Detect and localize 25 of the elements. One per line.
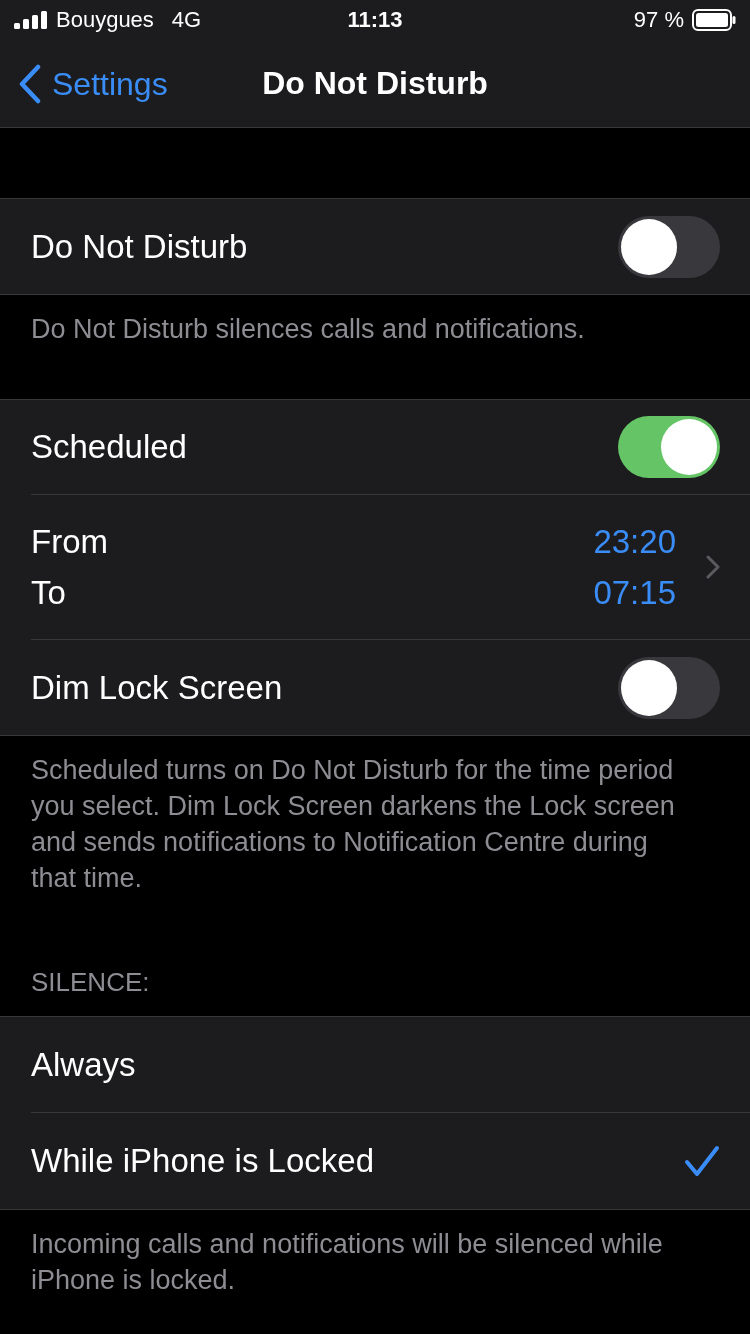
- signal-icon: [14, 11, 50, 29]
- page-title: Do Not Disturb: [262, 65, 488, 102]
- section-footer: Do Not Disturb silences calls and notifications.: [0, 295, 750, 399]
- battery-icon: [692, 9, 736, 31]
- back-chevron-icon: [18, 64, 42, 104]
- schedule-row[interactable]: From To 23:20 07:15: [31, 495, 750, 640]
- network-type: 4G: [171, 7, 202, 33]
- to-time: 07:15: [593, 573, 676, 613]
- option-row[interactable]: While iPhone is Locked: [31, 1113, 750, 1209]
- carrier-name: Bouygues: [56, 7, 154, 33]
- back-button[interactable]: Settings: [0, 64, 168, 104]
- option-row[interactable]: Always: [31, 1017, 750, 1113]
- to-label: To: [31, 573, 67, 613]
- chevron-icon: [706, 555, 720, 579]
- clock-time: 11:13: [347, 7, 403, 33]
- setting-label: Dim Lock Screen: [31, 668, 284, 707]
- section-footer: Incoming calls and notifications will be silenced while iPhone is locked.: [0, 1210, 750, 1334]
- setting-label: Scheduled: [31, 428, 188, 466]
- checkmark-icon: [684, 1145, 720, 1177]
- from-label: From: [31, 522, 109, 562]
- battery-percentage: 97 %: [633, 7, 684, 33]
- setting-label: Do Not Disturb: [31, 227, 249, 266]
- section-footer: Scheduled turns on Do Not Disturb for the time period you select. Dim Lock Screen darkens the Lock screen and sends notifications to Notification Centre during that time.: [0, 736, 750, 948]
- section-header: SILENCE:: [30, 966, 151, 999]
- from-time: 23:20: [593, 522, 676, 562]
